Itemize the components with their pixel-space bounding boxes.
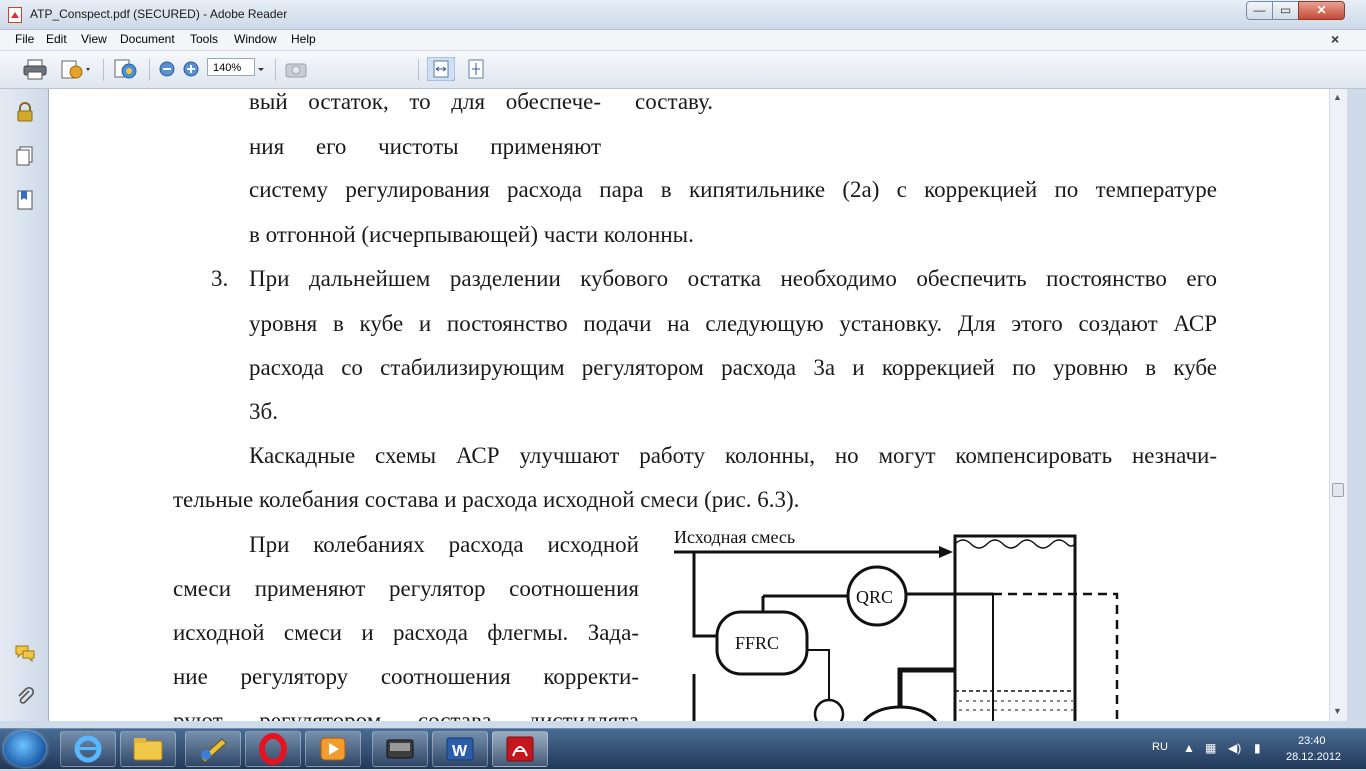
doc-line: составу.	[635, 89, 714, 114]
menu-tools[interactable]: Tools	[190, 32, 218, 46]
liquid-surface-wave	[954, 539, 1076, 549]
print-icon[interactable]	[22, 57, 48, 81]
list-number: 3.	[211, 266, 229, 291]
folder-icon	[133, 738, 163, 761]
taskbar-ie[interactable]	[60, 731, 116, 767]
taskbar-word[interactable]: W	[432, 731, 488, 767]
doc-line: ния его чистоты применяют	[249, 134, 601, 159]
doc-line: систему регулирования расхода пара в кип…	[249, 177, 1217, 202]
doc-line: уровня в кубе и постоянство подачи на сл…	[249, 311, 1217, 336]
control-scheme-diagram: Исходная смесь QRC FFRC	[674, 527, 1119, 721]
window-title: ATP_Conspect.pdf (SECURED) - Adobe Reade…	[30, 7, 288, 21]
window-frame	[1347, 89, 1366, 721]
clock-time[interactable]: 23:40	[1298, 735, 1326, 747]
doc-line: расхода со стабилизирующим регулятором р…	[249, 355, 1217, 380]
reflux-dashed-line	[993, 592, 1119, 721]
language-indicator[interactable]: RU	[1152, 741, 1168, 753]
maximize-button[interactable]: ▭	[1272, 1, 1299, 20]
taskbar-opera[interactable]	[245, 731, 301, 767]
lock-icon[interactable]	[14, 101, 36, 123]
menu-bar: File Edit View Document Tools Window Hel…	[0, 30, 1366, 51]
feed-sensor-line	[692, 552, 717, 638]
column-body	[953, 534, 1077, 721]
program-icon	[386, 739, 414, 759]
taskbar-media[interactable]	[305, 731, 361, 767]
snapshot-icon[interactable]	[284, 57, 308, 81]
toolbar	[0, 51, 1366, 89]
taskbar-paint[interactable]	[185, 731, 241, 767]
menu-document[interactable]: Document	[120, 32, 175, 46]
navigation-pane	[0, 89, 49, 721]
opera-icon	[259, 733, 287, 765]
paint-icon	[200, 738, 227, 763]
menu-window[interactable]: Window	[234, 32, 277, 46]
pump	[862, 705, 938, 721]
ie-icon	[74, 735, 102, 763]
menu-help[interactable]: Help	[291, 32, 316, 46]
doc-line: смеси применяют регулятор соотношения	[173, 576, 639, 601]
scroll-thumb[interactable]	[1332, 483, 1344, 497]
fit-page-icon[interactable]	[464, 57, 488, 81]
clock-date[interactable]: 28.12.2012	[1286, 751, 1341, 763]
document-view[interactable]: вый остаток, то для обеспече- составу. н…	[49, 89, 1349, 721]
doc-line: При дальнейшем разделении кубового остат…	[249, 266, 1217, 291]
menu-edit[interactable]: Edit	[46, 32, 67, 46]
toolbar-separator	[418, 59, 419, 81]
doc-line: руют регулятором состава дистиллята	[173, 708, 639, 721]
scroll-up-icon[interactable]: ▲	[1333, 92, 1342, 102]
close-document-icon[interactable]: ×	[1331, 31, 1339, 47]
zoom-out-icon[interactable]	[158, 57, 176, 81]
close-button[interactable]: ✕	[1298, 1, 1345, 20]
taskbar: W RU ▲ ▦ ◀) ▮ 23:40 28.12.2012	[0, 728, 1366, 769]
zoom-input[interactable]: 140%	[207, 58, 255, 76]
doc-line: вый остаток, то для обеспече-	[249, 89, 601, 114]
flow-sensor	[813, 698, 845, 721]
volume-icon[interactable]: ◀)	[1228, 741, 1241, 755]
zoom-dropdown-icon[interactable]	[256, 57, 266, 81]
taskbar-adobe-reader[interactable]	[492, 731, 548, 767]
toolbar-separator	[149, 59, 150, 81]
attachments-icon[interactable]	[14, 685, 36, 707]
network-icon[interactable]: ▦	[1205, 741, 1216, 755]
toolbar-separator	[275, 59, 276, 81]
zoom-in-icon[interactable]	[182, 57, 200, 81]
fit-width-icon[interactable]	[427, 57, 455, 81]
doc-line: Каскадные схемы АСР улучшают работу коло…	[249, 443, 1217, 468]
tray-chevron-icon[interactable]: ▲	[1183, 741, 1195, 755]
collaborate-icon[interactable]	[112, 57, 140, 81]
doc-line: ние регулятору соотношения корректи-	[173, 664, 639, 689]
doc-line: в отгонной (исчерпывающей) части колонны…	[249, 222, 694, 247]
pages-icon[interactable]	[14, 145, 36, 167]
taskbar-program[interactable]	[372, 731, 428, 767]
qrc-label: QRC	[856, 587, 893, 607]
menu-file[interactable]: File	[15, 32, 34, 46]
word-icon: W	[446, 737, 474, 761]
menu-view[interactable]: View	[81, 32, 107, 46]
vertical-scrollbar[interactable]: ▲ ▼	[1329, 89, 1347, 721]
minimize-button[interactable]: —	[1246, 1, 1273, 20]
doc-line: тельные колебания состава и расхода исхо…	[173, 487, 800, 512]
feed-label: Исходная смесь	[674, 527, 795, 547]
svg-text:W: W	[452, 743, 468, 760]
ffrc-label: FFRC	[735, 633, 779, 653]
media-player-icon	[320, 737, 346, 761]
bookmarks-icon[interactable]	[14, 189, 36, 211]
start-button[interactable]	[4, 731, 46, 767]
scroll-down-icon[interactable]: ▼	[1333, 706, 1342, 716]
share-icon[interactable]	[58, 57, 94, 81]
doc-line: 3б.	[249, 399, 278, 424]
pdf-app-icon	[8, 7, 22, 23]
adobe-reader-icon	[506, 736, 534, 762]
feed-arrow-icon	[939, 546, 953, 558]
toolbar-separator	[103, 59, 104, 81]
title-bar: ATP_Conspect.pdf (SECURED) - Adobe Reade…	[0, 0, 1366, 30]
doc-line: исходной смеси и расхода флегмы. Зада-	[173, 620, 639, 645]
comments-icon[interactable]	[14, 642, 36, 664]
taskbar-explorer[interactable]	[120, 731, 176, 767]
doc-line: При колебаниях расхода исходной	[249, 532, 639, 557]
battery-icon[interactable]: ▮	[1254, 741, 1261, 755]
